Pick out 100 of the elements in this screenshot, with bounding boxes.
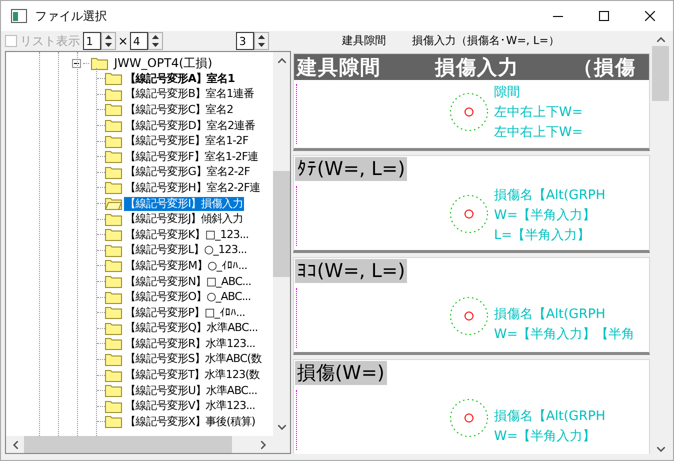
tree-item[interactable]: 【線記号変形U】水準ABC... — [124, 384, 258, 398]
spin-button[interactable] — [101, 32, 116, 50]
tree-item[interactable]: 【線記号変形N】□_ABC... — [124, 274, 252, 289]
folder-icon — [105, 337, 122, 350]
symbol-text: 隙間 — [494, 84, 521, 102]
scroll-down-icon — [656, 447, 664, 452]
folder-icon — [105, 352, 122, 366]
tree-item[interactable]: 【線記号変形E】室名1-2F — [124, 134, 250, 148]
folder-icon — [105, 400, 122, 413]
header-text: 建具隙間 — [297, 57, 381, 77]
folder-icon — [105, 384, 122, 398]
folder-icon — [105, 322, 122, 335]
maximize-icon — [599, 11, 609, 21]
up-arrow-icon — [152, 35, 160, 39]
window-title: ファイル選択 — [35, 8, 107, 25]
down-arrow-icon — [105, 43, 112, 47]
symbol-text: W=【半角入力】 — [494, 428, 597, 446]
tree-item[interactable]: 【線記号変形O】○_ABC... — [124, 290, 252, 304]
folder-icon — [105, 197, 122, 210]
tree-item[interactable]: 【線記号変形S】水準ABC(数 — [124, 352, 262, 366]
down-arrow-icon — [258, 43, 266, 47]
tree-item[interactable]: JWW_OPT4(工損) — [114, 54, 212, 72]
folder-icon — [105, 415, 122, 428]
circle-symbol-icon — [449, 398, 489, 438]
scroll-down-icon — [278, 425, 286, 430]
symbol-text: 左中右上下W= — [494, 104, 583, 122]
folder-icon — [105, 212, 122, 226]
folder-icon — [105, 134, 122, 148]
tree-item[interactable]: 【線記号変形B】室名1連番 — [124, 87, 256, 102]
tree-item[interactable]: 【線記号変形R】水準123... — [124, 336, 256, 351]
folder-icon — [105, 275, 122, 288]
down-arrow-icon — [152, 43, 160, 47]
symbol-text: 損傷名【Alt(GRPH — [494, 187, 606, 205]
tree-item[interactable]: 【線記号変形J】傾斜入力 — [124, 212, 244, 226]
app-icon — [11, 9, 27, 23]
folder-icon — [105, 290, 122, 304]
scroll-up-icon — [278, 58, 286, 63]
folder-icon — [105, 72, 122, 86]
circle-symbol-icon — [449, 92, 489, 132]
folder-icon — [105, 166, 122, 179]
tree-item[interactable]: 【線記号変形M】○_ｲﾛﾊ... — [124, 258, 248, 273]
folder-icon — [105, 228, 122, 242]
symbol-text: 損傷名【Alt(GRPH — [494, 306, 606, 324]
folder-icon — [105, 259, 122, 272]
vertical-scrollbar[interactable] — [273, 52, 290, 436]
folder-icon — [105, 244, 122, 257]
folder-tree[interactable] — [5, 51, 291, 454]
tree-item[interactable]: 【線記号変形P】□_ｲﾛﾊ... — [124, 306, 246, 320]
tree-item[interactable]: 【線記号変形A】室名1 — [124, 72, 236, 86]
times-sign: × — [118, 33, 128, 50]
header-label: ﾀﾃ(W=, L=) — [295, 157, 408, 181]
tree-item[interactable]: 【線記号変形Q】水準ABC... — [124, 321, 259, 336]
preview-card[interactable]: ﾖｺ(W=, L=) 損傷名【Alt(GRPH W=【半角入力】【半角 — [293, 257, 650, 355]
circle-symbol-icon — [449, 296, 489, 336]
tree-item[interactable]: 【線記号変形C】室名2 — [124, 102, 234, 117]
tree-item[interactable]: 【線記号変形K】□_123... — [124, 228, 250, 242]
tree-item[interactable]: 【線記号変形G】室名2-2F — [124, 165, 251, 180]
scroll-thumb[interactable] — [24, 436, 232, 453]
header-text: （損傷 — [573, 57, 636, 77]
folder-icon — [105, 150, 122, 164]
scroll-right-icon — [261, 440, 266, 448]
collapse-toggle[interactable] — [72, 58, 81, 68]
scroll-thumb[interactable] — [652, 46, 669, 101]
number-field[interactable]: 1 — [83, 32, 101, 50]
tree-item[interactable]: 【線記号変形T】水準123(数 — [124, 368, 261, 382]
column-header: 建具隙間 — [342, 32, 386, 49]
folder-icon — [105, 88, 122, 101]
folder-icon — [105, 103, 122, 116]
symbol-text: W=【半角入力】【半角 — [494, 326, 635, 344]
spin-button[interactable] — [148, 32, 164, 50]
folder-icon — [105, 181, 122, 194]
tree-item[interactable]: 【線記号変形F】室名1-2F連 — [124, 150, 260, 164]
tree-item[interactable]: 【線記号変形D】室名2連番 — [124, 118, 256, 133]
folder-icon — [91, 56, 108, 70]
number-field[interactable]: 4 — [130, 32, 148, 50]
folder-icon — [105, 368, 122, 382]
tree-item[interactable]: 【線記号変形H】室名2-2F連 — [124, 180, 262, 195]
symbol-text: W=【半角入力】 — [494, 207, 597, 225]
symbol-text: 損傷名【Alt(GRPH — [494, 408, 606, 426]
preview-card[interactable]: ﾀﾃ(W=, L=) 損傷名【Alt(GRPH W=【半角入力】 L=【半角入力】 — [293, 155, 650, 253]
header-label: 損傷(W=) — [295, 361, 387, 385]
header-label: ﾖｺ(W=, L=) — [295, 259, 408, 283]
tree-item[interactable]: 【線記号変形L】○_123... — [124, 243, 248, 258]
folder-icon — [105, 119, 122, 132]
up-arrow-icon — [258, 35, 266, 39]
tree-item[interactable]: 【線記号変形I】損傷入力 — [124, 196, 244, 211]
scroll-thumb[interactable] — [273, 171, 290, 277]
preview-card[interactable]: 損傷(W=) 損傷名【Alt(GRPH W=【半角入力】 — [293, 359, 650, 454]
preview-card[interactable]: 建具隙間 損傷入力 （損傷 隙間 左中右上下W= 左中右上下W= — [293, 53, 650, 151]
symbol-text: L=【半角入力】 — [494, 227, 592, 245]
tree-item[interactable]: 【線記号変形X】事後(積算) — [124, 414, 256, 429]
number-field[interactable]: 3 — [236, 32, 254, 50]
symbol-text: 左中右上下W= — [494, 124, 583, 142]
tree-item[interactable]: 【線記号変形V】水準123... — [124, 399, 256, 414]
close-icon — [645, 11, 655, 21]
spin-button[interactable] — [254, 32, 270, 50]
circle-symbol-icon — [449, 194, 489, 234]
folder-icon — [105, 306, 122, 320]
horizontal-scrollbar[interactable] — [6, 436, 290, 453]
header-text: 損傷入力 — [435, 57, 519, 77]
